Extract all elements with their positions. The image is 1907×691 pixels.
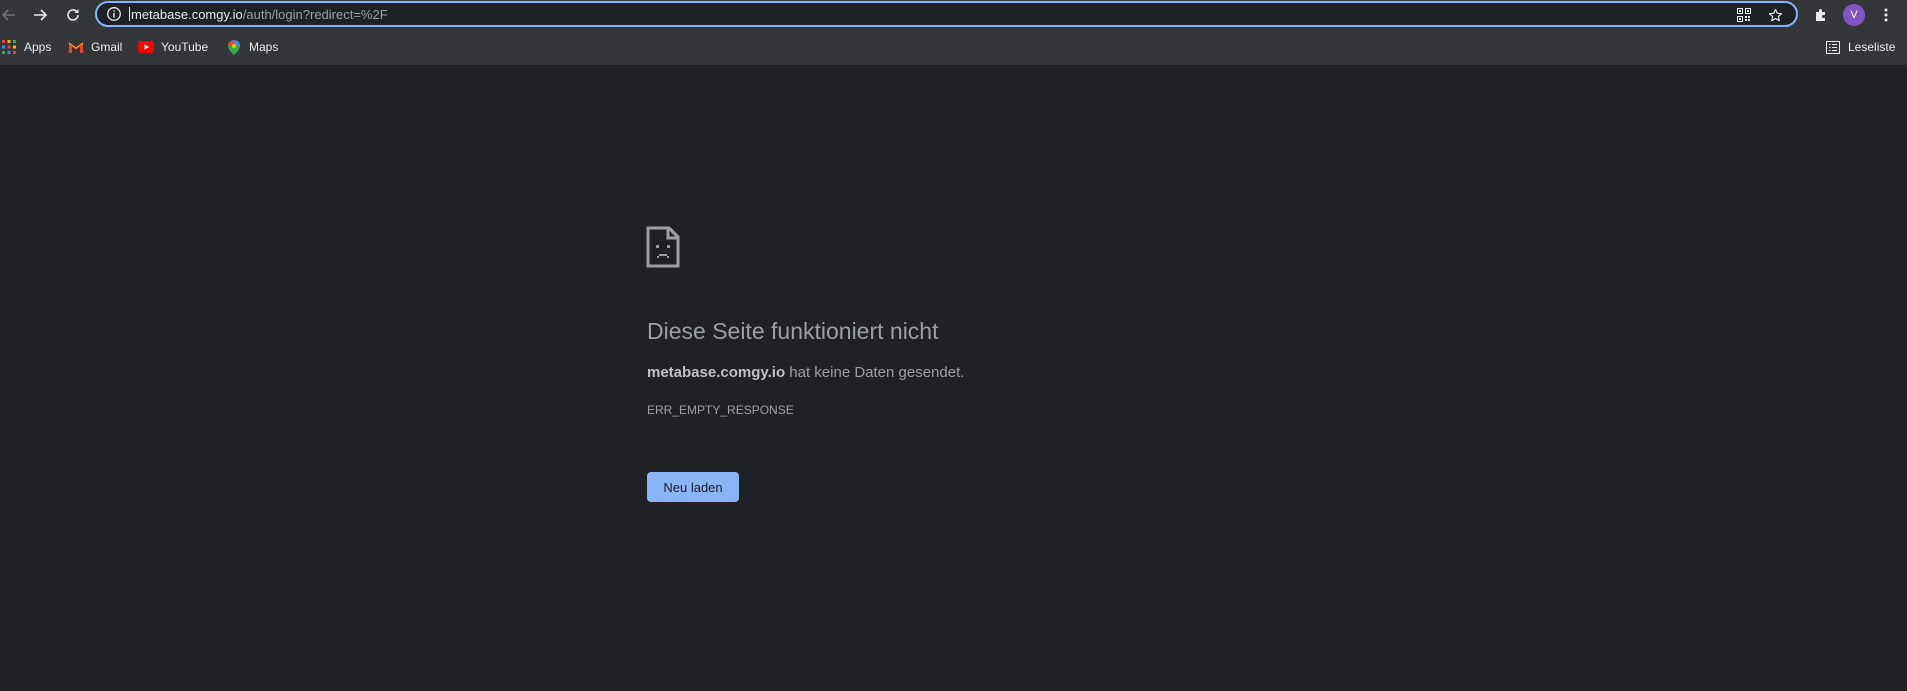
puzzle-icon (1816, 9, 1825, 21)
more-vertical-icon (1884, 8, 1888, 22)
gmail-icon (68, 39, 84, 55)
qr-code-icon (1737, 8, 1751, 22)
star-icon (1768, 8, 1782, 21)
bookmark-label: Maps (249, 40, 279, 54)
apps-grid-icon (1, 39, 17, 55)
bookmark-label: Apps (24, 40, 52, 54)
arrow-right-icon (34, 9, 48, 21)
bookmark-label: Gmail (91, 40, 123, 54)
bookmark-apps[interactable]: Apps (1, 39, 51, 55)
bookmark-gmail[interactable]: Gmail (68, 39, 122, 55)
browser-toolbar: metabase.comgy.io/auth/login?redirect=%2… (0, 0, 1907, 30)
bookmark-label: YouTube (161, 40, 209, 54)
bookmark-star-button[interactable] (1766, 6, 1784, 24)
reading-list-button[interactable]: Leseliste (1825, 39, 1895, 55)
error-message: hat keine Daten gesendet. (785, 364, 965, 381)
profile-avatar[interactable]: V (1843, 4, 1865, 26)
error-host: metabase.comgy.io (647, 364, 786, 381)
reload-button[interactable] (61, 3, 85, 27)
qr-code-button[interactable] (1735, 6, 1753, 24)
bookmark-youtube[interactable]: YouTube (138, 39, 208, 55)
reload-page-button[interactable]: Neu laden (647, 472, 739, 502)
address-bar[interactable]: metabase.comgy.io/auth/login?redirect=%2… (95, 1, 1798, 27)
arrow-left-icon (1, 9, 15, 21)
url-path: /auth/login?redirect=%2F (242, 7, 388, 22)
error-title: Diese Seite funktioniert nicht (647, 318, 939, 344)
forward-button[interactable] (28, 3, 52, 27)
text-caret (129, 7, 130, 21)
sad-page-icon (646, 226, 680, 268)
reading-list-label: Leseliste (1848, 40, 1896, 54)
maps-pin-icon (226, 39, 242, 55)
youtube-icon (138, 39, 154, 55)
address-url[interactable]: metabase.comgy.io/auth/login?redirect=%2… (129, 7, 388, 22)
error-code: ERR_EMPTY_RESPONSE (647, 403, 794, 417)
extensions-button[interactable] (1809, 3, 1833, 27)
bookmarks-bar: Apps Gmail YouTube Maps Leseliste (0, 30, 1907, 65)
reload-icon (67, 9, 79, 21)
bookmark-maps[interactable]: Maps (226, 39, 278, 55)
reading-list-icon (1825, 39, 1841, 55)
error-description: metabase.comgy.io hat keine Daten gesend… (647, 364, 964, 382)
url-host: metabase.comgy.io (131, 7, 243, 22)
info-icon[interactable] (106, 6, 122, 22)
browser-menu-button[interactable] (1874, 3, 1898, 27)
back-button[interactable] (0, 3, 21, 27)
